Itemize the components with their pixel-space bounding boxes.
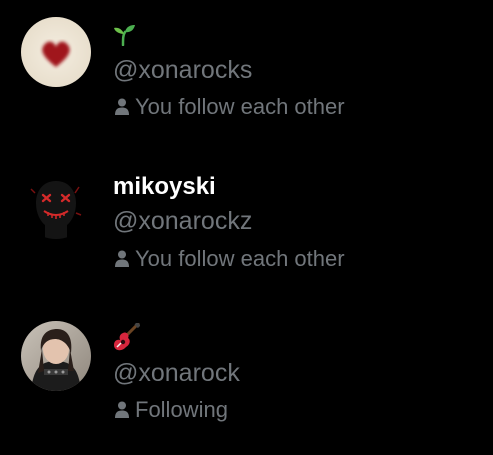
relationship-label: Following <box>135 397 228 422</box>
relationship-status: You follow each other <box>115 94 345 122</box>
dark-mask-avatar[interactable] <box>21 169 91 239</box>
user-row-xonarock[interactable]: @xonarock Following <box>0 303 493 433</box>
person-icon <box>115 248 129 274</box>
user-handle: @xonarockz <box>113 207 253 235</box>
user-row-xonarockz[interactable]: mikoyski @xonarockz You follow each othe… <box>0 152 493 282</box>
user-handle: @xonarocks <box>113 56 253 84</box>
photo-avatar[interactable] <box>21 321 91 391</box>
user-row-xonarocks[interactable]: @xonarocks You follow each other <box>0 0 493 130</box>
relationship-status: Following <box>115 397 228 425</box>
display-name[interactable]: mikoyski <box>113 173 216 201</box>
user-handle: @xonarock <box>113 359 240 387</box>
guitar-icon <box>112 322 141 358</box>
seedling-icon <box>112 24 136 51</box>
relationship-status: You follow each other <box>115 246 345 274</box>
heart-avatar[interactable] <box>21 17 91 87</box>
relationship-label: You follow each other <box>135 94 345 119</box>
relationship-label: You follow each other <box>135 246 345 271</box>
person-icon <box>115 399 129 425</box>
person-icon <box>115 96 129 122</box>
